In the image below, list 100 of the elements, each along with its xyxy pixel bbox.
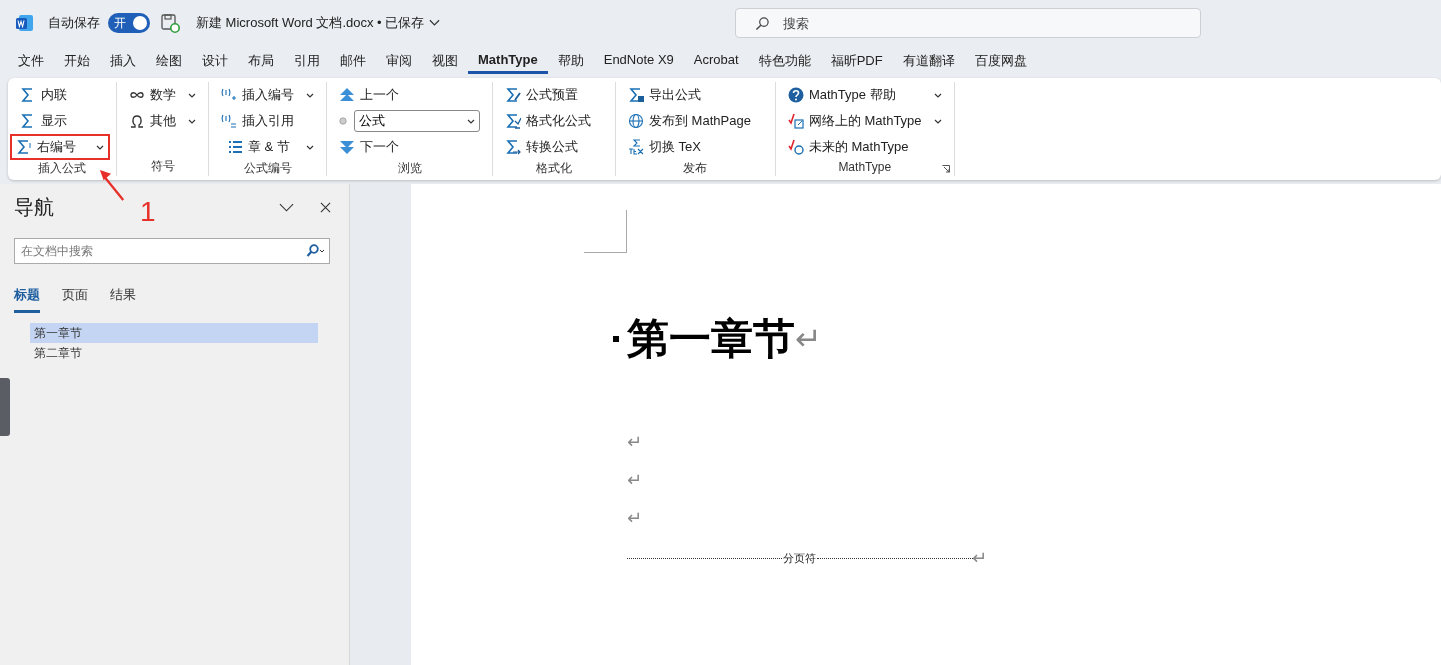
group-label: 符号 (150, 158, 175, 175)
ribbon-button[interactable]: 显示 (14, 108, 110, 134)
ribbon-button[interactable]: 发布到 MathPage (622, 108, 769, 134)
pane-title: 导航 (14, 194, 54, 220)
ribbon-tab[interactable]: 视图 (422, 46, 468, 76)
annotation-arrow (98, 168, 126, 202)
pane-tab[interactable]: 页面 (62, 286, 88, 313)
search-icon (306, 244, 326, 258)
paragraph-mark: ↵ (627, 507, 643, 529)
list-icon (227, 139, 243, 155)
equation-type-dropdown[interactable]: 公式 (354, 110, 480, 132)
chevron-down-icon[interactable] (429, 19, 441, 27)
ribbon-tab[interactable]: 插入 (100, 46, 146, 76)
group-label: 插入公式 (38, 160, 86, 177)
search-field[interactable]: 搜索 (735, 8, 1202, 38)
autosave-label: 自动保存 (48, 14, 100, 32)
up-triangle-icon (339, 87, 355, 103)
web-link-icon (787, 113, 804, 129)
ribbon-button[interactable]: 上一个 (333, 82, 486, 108)
help-icon (787, 87, 804, 103)
ribbon-tab[interactable]: 百度网盘 (964, 46, 1037, 76)
heading-item[interactable]: 第二章节 (30, 343, 318, 363)
ribbon-button[interactable]: MathType 帮助 (781, 82, 948, 108)
pane-tab[interactable]: 标题 (14, 286, 40, 313)
paragraph-mark: ↵ (795, 320, 822, 358)
ribbon-button[interactable]: 转换公式 (499, 134, 609, 160)
ribbon-button[interactable]: 导出公式 (622, 82, 769, 108)
chevron-down-icon[interactable] (279, 202, 294, 212)
caret-icon (933, 92, 942, 98)
caret-icon (188, 118, 196, 124)
caret-icon (306, 144, 314, 150)
ribbon-tab[interactable]: MathType (468, 46, 548, 74)
annotation-number: 1 (140, 196, 156, 228)
margin-corner-mark (584, 210, 627, 253)
ribbon-button[interactable]: 未来的 MathType (781, 134, 948, 160)
ribbon-button[interactable]: 插入编号 (215, 82, 320, 108)
ribbon-button[interactable]: 其他 (123, 108, 202, 134)
sigma-numbered-icon (16, 139, 32, 155)
omega-icon (129, 113, 145, 129)
ribbon-tab[interactable]: 邮件 (330, 46, 376, 76)
side-handle-icon[interactable] (0, 378, 10, 436)
search-field[interactable]: 在文档中搜索 (14, 238, 330, 264)
ribbon-tab[interactable]: 布局 (238, 46, 284, 76)
ribbon-button[interactable]: 右编号 (10, 134, 110, 160)
ribbon-tab[interactable]: 帮助 (547, 46, 594, 76)
word-logo-icon[interactable] (16, 14, 34, 32)
paragraph-mark: ↵ (627, 431, 643, 453)
ribbon-tab[interactable]: EndNote X9 (593, 46, 684, 73)
page-break-label: 分页符 (782, 550, 818, 566)
group-label: 浏览 (397, 160, 422, 177)
globe-icon (628, 113, 644, 129)
autosave-toggle[interactable]: 开 (108, 13, 150, 33)
sigma-swap-icon (505, 139, 521, 155)
tex-icon (628, 139, 644, 155)
ribbon-tab[interactable]: 设计 (192, 46, 238, 76)
paragraph-bullet (613, 336, 619, 342)
ribbon-tab[interactable]: 福昕PDF (820, 46, 893, 76)
sigma-pencil-icon (505, 87, 521, 103)
ribbon-button[interactable]: 内联 (14, 82, 110, 108)
caret-icon (188, 92, 196, 98)
ribbon-button[interactable]: 数学 (123, 82, 202, 108)
group-label: 格式化 (536, 160, 572, 177)
ribbon-tab[interactable]: 绘图 (146, 46, 192, 76)
ribbon-tab[interactable]: 文件 (8, 46, 54, 76)
caret-icon (467, 118, 475, 124)
ribbon-tab[interactable]: Acrobat (683, 46, 749, 73)
ribbon-tab[interactable]: 引用 (284, 46, 330, 76)
sigma-save-icon (628, 87, 644, 103)
caret-icon (96, 144, 104, 150)
ribbon-button[interactable]: 切换 TeX (622, 134, 769, 160)
heading-item[interactable]: 第一章节 (30, 323, 318, 343)
caret-icon (306, 92, 314, 98)
sigma-format-icon (505, 113, 521, 129)
paragraph-mark: ↵ (971, 547, 987, 569)
document-title[interactable]: 新建 Microsoft Word 文档.docx • 已保存 (196, 14, 425, 32)
group-label: MathType (838, 160, 892, 176)
paragraph-mark: ↵ (627, 469, 643, 491)
ribbon-button[interactable]: 插入引用 (215, 108, 320, 134)
ribbon-tab[interactable]: 开始 (54, 46, 100, 76)
ribbon-button[interactable]: 章 & 节 (215, 134, 320, 160)
group-label: 发布 (683, 160, 708, 177)
dot-icon (339, 117, 347, 125)
ribbon-button[interactable]: 公式预置 (499, 82, 609, 108)
dialog-launcher-icon[interactable] (941, 165, 950, 173)
caret-icon (933, 118, 942, 124)
ribbon-button[interactable]: 格式化公式 (499, 108, 609, 134)
heading-text: 第一章节 (627, 314, 795, 364)
down-triangle-icon (339, 139, 355, 155)
ribbon-button[interactable]: 下一个 (333, 134, 486, 160)
number-plus-icon (221, 87, 237, 103)
ribbon-tab[interactable]: 有道翻译 (892, 46, 965, 76)
number-link-icon (221, 113, 237, 129)
save-sync-icon[interactable] (160, 13, 180, 33)
ribbon-button[interactable]: 网络上的 MathType (781, 108, 948, 134)
pane-tab[interactable]: 结果 (110, 286, 136, 313)
ribbon-tab[interactable]: 审阅 (376, 46, 422, 76)
search-icon (755, 16, 771, 31)
close-icon[interactable] (320, 201, 331, 213)
ribbon-tab[interactable]: 特色功能 (748, 46, 821, 76)
group-label: 公式编号 (243, 160, 292, 177)
